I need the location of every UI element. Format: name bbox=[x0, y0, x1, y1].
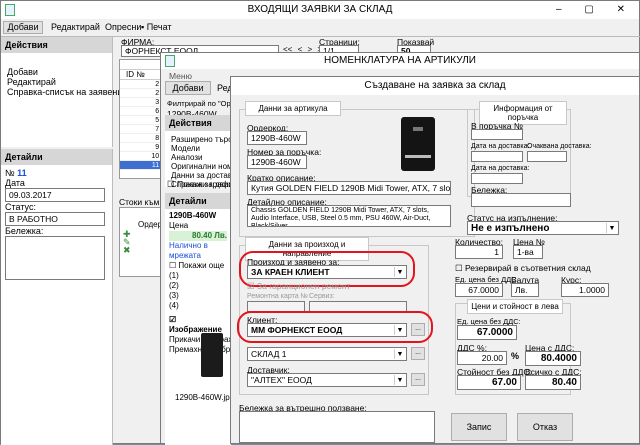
nom-action-item[interactable]: Аналози bbox=[171, 153, 231, 162]
price-value: 80.40 Лв. bbox=[169, 231, 227, 241]
warehouse-select[interactable]: СКЛАД 1 ▼ bbox=[247, 347, 407, 361]
nom-details-panel: Детайли 1290B-460W Цена 80.40 Лв. Наличн… bbox=[165, 193, 258, 445]
warranty-check[interactable]: ☑ За гаранционен ремонт bbox=[247, 281, 350, 292]
image-filename: 1290B-460W.jpg bbox=[175, 393, 235, 402]
nom-actions-panel: Действия Разширено търсене Модели Аналози О… bbox=[165, 115, 247, 189]
date-field[interactable]: 09.03.2017 bbox=[5, 188, 105, 202]
show-graphs-check[interactable]: ☐ Покажи графи bbox=[167, 179, 234, 190]
main-title: ВХОДЯЩИ ЗАЯВКИ ЗА СКЛАД bbox=[247, 4, 393, 15]
expected-delivery-field[interactable] bbox=[527, 151, 567, 162]
product-image bbox=[401, 117, 435, 171]
price-no-select[interactable]: 1-ва bbox=[513, 245, 543, 259]
status-label: Статус: bbox=[5, 202, 36, 212]
main-refresh-button[interactable]: Опресни bbox=[105, 21, 141, 34]
total-vat-field[interactable]: 80.40 bbox=[525, 375, 581, 390]
number-value: 11 bbox=[17, 168, 27, 178]
chevron-down-icon: ▼ bbox=[606, 223, 617, 233]
row-2: (2) bbox=[169, 281, 179, 290]
price-label: Цена bbox=[169, 221, 189, 230]
note-field[interactable] bbox=[5, 236, 105, 280]
warehouse-value: СКЛАД 1 bbox=[251, 349, 287, 359]
details-header: Детайли bbox=[1, 149, 112, 165]
action-edit[interactable]: Редактирай bbox=[7, 77, 112, 87]
dialog-titlebar: Създаване на заявка за склад bbox=[231, 77, 639, 95]
show-more-check[interactable]: ☐ Покажи още bbox=[169, 261, 227, 271]
nom-details-header: Детайли bbox=[165, 193, 231, 209]
action-add[interactable]: Добави bbox=[7, 67, 112, 77]
details-panel: Детайли № 11 Дата 09.03.2017 Статус: В Р… bbox=[1, 149, 113, 445]
po-field[interactable] bbox=[471, 129, 523, 140]
delivery-date2-field[interactable] bbox=[471, 173, 523, 184]
prices-group-header: Цени и стойност в лева bbox=[467, 299, 563, 314]
main-edit-button[interactable]: Редактирай bbox=[51, 21, 101, 34]
image-check[interactable]: ☑ Изображение bbox=[169, 315, 227, 335]
row-4: (4) bbox=[169, 301, 179, 310]
nom-action-item[interactable]: Модели bbox=[171, 144, 231, 153]
repair-card-label: Ремонтна карта № bbox=[247, 293, 309, 300]
window-controls[interactable]: – ▢ ✕ bbox=[556, 1, 635, 19]
actions-header: Действия bbox=[1, 37, 112, 53]
nomenclature-icon bbox=[165, 55, 175, 67]
unit-price-field[interactable]: 67.0000 bbox=[455, 283, 503, 297]
nom-actions-header: Действия bbox=[165, 115, 231, 131]
value-net-field[interactable]: 67.00 bbox=[457, 375, 521, 390]
in-network-link[interactable]: Налично в мрежата bbox=[169, 241, 227, 261]
qty-field[interactable]: 1 bbox=[455, 245, 503, 259]
stock-tool-icons[interactable]: ✚ ✎ ✖ bbox=[123, 230, 131, 255]
order-code-field[interactable]: 1290B-460W bbox=[247, 131, 307, 145]
exec-status-value: Не е изпълнено bbox=[471, 223, 550, 234]
chevron-down-icon: ▼ bbox=[394, 349, 405, 359]
percent-sign: % bbox=[511, 351, 520, 361]
delivery-date2-label: Дата на доставка: bbox=[471, 165, 530, 172]
highlight-client bbox=[237, 311, 433, 343]
status-field[interactable]: В РАБОТНО bbox=[5, 212, 105, 226]
exec-status-select[interactable]: Не е изпълнено ▼ bbox=[467, 221, 619, 235]
main-titlebar: ВХОДЯЩИ ЗАЯВКИ ЗА СКЛАД – ▢ ✕ bbox=[1, 1, 639, 19]
actions-panel: Действия Добави Редактирай Справка-списъ… bbox=[1, 37, 147, 147]
delivery-date-label: Дата на доставка: bbox=[471, 143, 530, 150]
nom-add-button[interactable]: Добави bbox=[165, 81, 211, 95]
item-code: 1290B-460W bbox=[169, 211, 217, 220]
reserve-check[interactable]: ☐ Резервирай в съответния склад bbox=[455, 263, 591, 274]
price-vat-field[interactable]: 80.4000 bbox=[525, 351, 581, 366]
article-group-header: Данни за артикула bbox=[245, 101, 341, 116]
main-print-button[interactable]: ▪ Печат bbox=[141, 21, 181, 34]
delivery-date-field[interactable] bbox=[471, 151, 523, 162]
print-label: Печат bbox=[146, 22, 172, 32]
note-label: Бележка: bbox=[5, 226, 44, 236]
nom-action-item[interactable]: Оригинални номера bbox=[171, 162, 246, 171]
vat-field[interactable]: 20.00 bbox=[457, 351, 507, 365]
supplier-browse-button[interactable]: ... bbox=[411, 373, 425, 386]
detail-desc-field[interactable]: Chassis GOLDEN FIELD 1290B Midi Tower, A… bbox=[247, 205, 451, 227]
nom-action-item[interactable]: Разширено търсене bbox=[171, 135, 245, 144]
main-add-button[interactable]: Добави bbox=[3, 21, 43, 34]
row-3: (3) bbox=[169, 291, 179, 300]
warehouse-browse-button[interactable]: ... bbox=[411, 347, 425, 360]
action-report[interactable]: Справка-списък на заявени стоки bbox=[7, 87, 147, 97]
nomenclature-title: НОМЕНКЛАТУРА НА АРТИКУЛИ bbox=[324, 55, 476, 66]
internal-note-field[interactable] bbox=[239, 411, 435, 443]
expected-delivery-label: Очаквана доставка: bbox=[527, 143, 592, 150]
supplier-value: "АЛТЕХ" ЕООД bbox=[251, 375, 312, 385]
unit-net-field[interactable]: 67.0000 bbox=[457, 325, 517, 340]
number-label: № bbox=[5, 168, 15, 178]
dialog-title: Създаване на заявка за склад bbox=[364, 80, 506, 91]
short-desc-field[interactable]: Кутия GOLDEN FIELD 1290B Midi Tower, ATX… bbox=[247, 181, 451, 195]
product-thumbnail bbox=[201, 333, 223, 377]
row-1: (1) bbox=[169, 271, 179, 280]
date-label: Дата bbox=[5, 178, 25, 188]
menu-label: Меню bbox=[169, 71, 192, 81]
nomenclature-titlebar: НОМЕНКЛАТУРА НА АРТИКУЛИ bbox=[161, 53, 639, 69]
cancel-button[interactable]: Отказ bbox=[517, 413, 573, 441]
info-note-field[interactable] bbox=[471, 193, 571, 207]
save-button[interactable]: Запис bbox=[451, 413, 507, 441]
chevron-down-icon: ▼ bbox=[394, 375, 405, 385]
rate-field[interactable]: 1.0000 bbox=[561, 283, 609, 297]
service-label: Сервиз: bbox=[309, 293, 335, 300]
create-request-dialog: Създаване на заявка за склад Данни за ар… bbox=[230, 76, 640, 444]
supplier-select[interactable]: "АЛТЕХ" ЕООД ▼ bbox=[247, 373, 407, 387]
order-num-field[interactable]: 1290B-460W bbox=[247, 155, 307, 169]
app-icon bbox=[5, 4, 15, 16]
currency-select[interactable]: Лв. bbox=[511, 283, 539, 297]
